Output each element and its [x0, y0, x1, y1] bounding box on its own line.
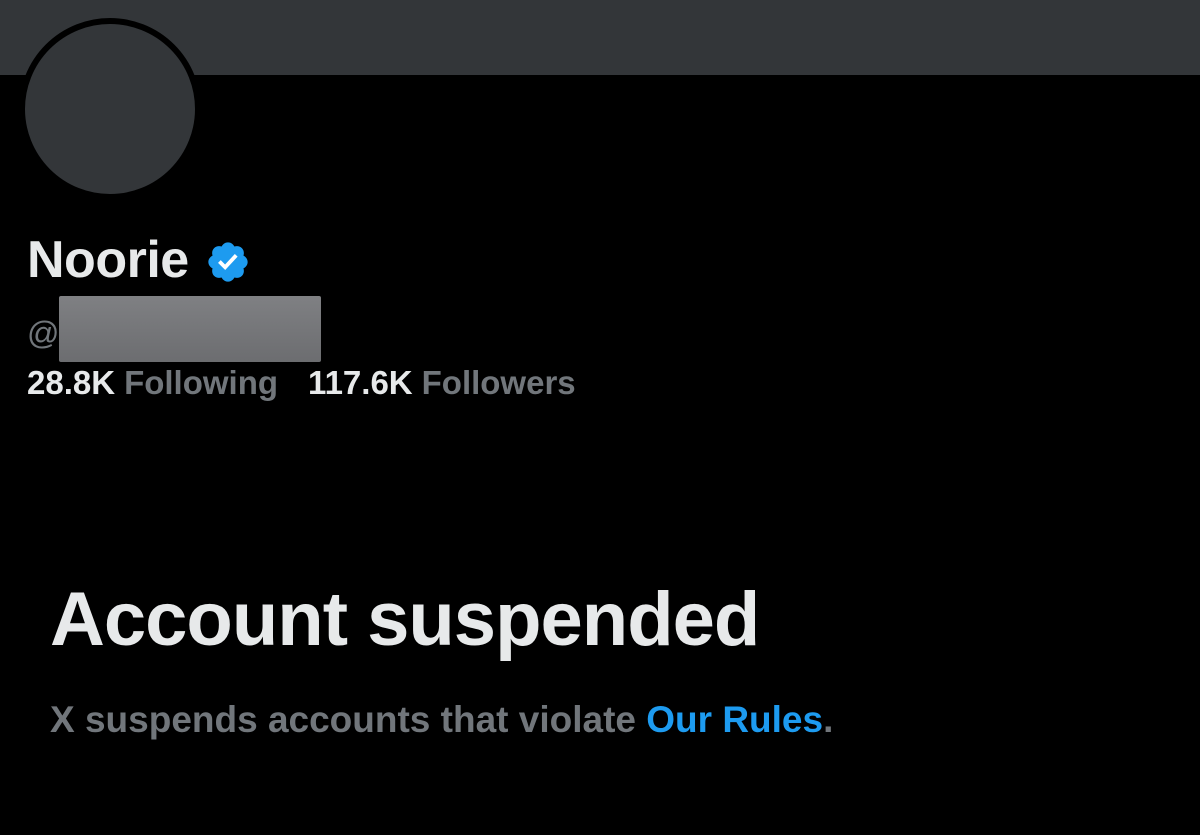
avatar[interactable] — [19, 18, 201, 200]
following-count: 28.8K — [27, 364, 116, 401]
followers-label: Followers — [421, 364, 576, 401]
followers-count: 117.6K — [308, 364, 413, 401]
suspension-title: Account suspended — [50, 577, 760, 662]
handle-row: @ — [27, 296, 322, 362]
display-name: Noorie — [27, 231, 189, 289]
suspension-message-period: . — [823, 699, 834, 740]
our-rules-link[interactable]: Our Rules — [646, 699, 823, 740]
follow-stats: 28.8K Following 117.6K Followers — [27, 364, 576, 402]
suspension-message-text: X suspends accounts that violate — [50, 699, 647, 740]
profile-name-row: Noorie — [27, 228, 251, 292]
followers-link[interactable]: 117.6K Followers — [308, 364, 576, 402]
handle-prefix: @ — [27, 314, 60, 351]
suspension-message: X suspends accounts that violate Our Rul… — [50, 699, 834, 741]
verified-badge-icon[interactable] — [205, 239, 251, 285]
following-label: Following — [124, 364, 279, 401]
redacted-handle — [59, 296, 322, 362]
following-link[interactable]: 28.8K Following — [27, 364, 278, 402]
